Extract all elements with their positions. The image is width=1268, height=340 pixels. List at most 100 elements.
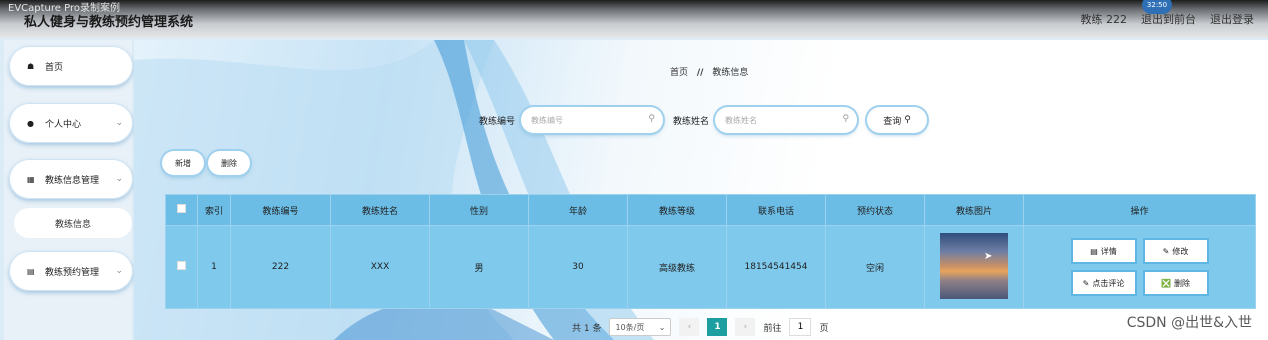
row-checkbox[interactable] <box>177 261 186 270</box>
query-button[interactable]: 查询 ⚲ <box>867 107 928 133</box>
chevron-down-icon: ⌄ <box>115 118 123 128</box>
column-header: 索引 <box>197 194 231 226</box>
column-header: 教练图片 <box>924 194 1024 226</box>
cell-index: 1 <box>197 225 231 309</box>
edit-button-label: 修改 <box>1172 246 1189 256</box>
coach-name-label: 教练姓名 <box>673 116 710 127</box>
coach-photo-thumbnail[interactable]: ➤ <box>940 232 1008 299</box>
search-icon: ⚲ <box>904 115 911 125</box>
cell-gender: 男 <box>429 225 529 309</box>
cell-age: 30 <box>528 225 628 309</box>
app-title: 私人健身与教练预约管理系统 <box>24 15 194 30</box>
row-delete-button-label: 删除 <box>1173 278 1190 288</box>
column-header: 教练编号 <box>230 194 331 226</box>
column-header: 操作 <box>1023 194 1256 226</box>
cell-photo: ➤ <box>924 225 1024 309</box>
sidebar-item-label: 首页 <box>45 62 64 73</box>
query-button-label: 查询 <box>883 116 902 127</box>
logout-link[interactable]: 退出登录 <box>1210 11 1254 27</box>
coach-no-label: 教练编号 <box>479 116 516 127</box>
coach-table: 索引 教练编号 教练姓名 性别 年龄 教练等级 联系电话 预约状态 教练图片 操… <box>165 194 1256 309</box>
edit-button[interactable]: ✎ 修改 <box>1144 240 1207 262</box>
row-delete-button[interactable]: ❎ 删除 <box>1144 272 1207 294</box>
sidebar-item-label: 教练信息 <box>54 219 91 230</box>
back-to-front-link[interactable]: 退出到前台 <box>1141 11 1196 27</box>
goto-label: 前往 <box>763 323 782 334</box>
column-header: 性别 <box>429 194 529 226</box>
total-count: 共 1 条 <box>572 323 602 334</box>
search-icon: ⚲ <box>648 114 656 124</box>
coach-no-input[interactable] <box>521 107 634 133</box>
sidebar-subitem-coach-info[interactable]: 教练信息 <box>14 208 132 238</box>
review-button-label: 点击评论 <box>1092 278 1125 288</box>
grid-icon: ▦ <box>27 174 35 184</box>
pencil-icon: ✎ <box>1082 278 1090 288</box>
chevron-left-icon: ‹ <box>687 322 692 332</box>
row-operations: ▤ 详情 ✎ 修改 ✎ 点击评论 ❎ 删除 <box>1024 240 1255 294</box>
cell-status: 空闲 <box>825 225 925 309</box>
row-select-cell <box>165 225 198 309</box>
cell-operations: ▤ 详情 ✎ 修改 ✎ 点击评论 ❎ 删除 <box>1023 225 1256 309</box>
page-suffix: 页 <box>819 323 829 334</box>
select-all-checkbox[interactable] <box>177 204 186 213</box>
add-button[interactable]: 新增 <box>162 151 204 175</box>
column-header: 年龄 <box>528 194 628 226</box>
cell-coach-name: XXX <box>330 225 430 309</box>
pencil-icon: ✎ <box>1162 246 1170 256</box>
detail-button-label: 详情 <box>1100 246 1117 256</box>
chevron-down-icon: ⌄ <box>115 174 123 184</box>
page-size-select[interactable]: 10条/页 ⌄ <box>609 318 672 336</box>
column-header: 教练姓名 <box>330 194 430 226</box>
cell-phone: 18154541454 <box>726 225 826 309</box>
review-button[interactable]: ✎ 点击评论 <box>1072 272 1135 294</box>
page-number-current[interactable]: 1 <box>707 318 728 336</box>
top-bar: EVCapture Pro录制案例 32:50 私人健身与教练预约管理系统 教练… <box>0 0 1268 38</box>
sidebar-item-booking-management[interactable]: ▤ 教练预约管理 ⌄ <box>9 251 133 291</box>
document-icon: ▤ <box>1090 246 1098 256</box>
prev-page-button[interactable]: ‹ <box>679 318 700 336</box>
goto-page-input[interactable] <box>789 318 812 336</box>
column-header: 联系电话 <box>726 194 826 226</box>
breadcrumb: 首页 // 教练信息 <box>670 65 748 78</box>
cell-coach-no: 222 <box>230 225 331 309</box>
search-icon: ⚲ <box>842 114 850 124</box>
detail-button[interactable]: ▤ 详情 <box>1072 240 1135 262</box>
page-size-value: 10条/页 <box>615 322 645 332</box>
trash-icon: ❎ <box>1161 278 1171 288</box>
sidebar-item-home[interactable]: ☗ 首页 <box>9 46 133 86</box>
coach-name-input[interactable] <box>715 107 828 133</box>
chevron-right-icon: › <box>743 322 748 332</box>
table-header-row: 索引 教练编号 教练姓名 性别 年龄 教练等级 联系电话 预约状态 教练图片 操… <box>165 194 1256 226</box>
csdn-watermark: CSDN @出世&入世 <box>1126 315 1252 331</box>
sidebar-item-coach-management[interactable]: ▦ 教练信息管理 ⌄ <box>9 159 133 199</box>
search-bar: 教练编号 ⚲ 教练姓名 ⚲ 查询 ⚲ <box>479 107 928 133</box>
cell-level: 高级教练 <box>627 225 727 309</box>
breadcrumb-home[interactable]: 首页 <box>670 68 688 78</box>
chevron-down-icon: ⌄ <box>115 266 123 276</box>
list-icon: ▤ <box>27 266 35 276</box>
user-label: 教练 222 <box>1080 13 1128 26</box>
sidebar-item-label: 教练信息管理 <box>45 175 100 186</box>
main-content: 首页 // 教练信息 教练编号 ⚲ 教练姓名 ⚲ 查询 ⚲ 新增 删除 <box>134 40 1268 340</box>
coach-name-field: ⚲ <box>715 107 858 133</box>
column-header: 教练等级 <box>627 194 727 226</box>
pagination: 共 1 条 10条/页 ⌄ ‹ 1 › 前往 页 <box>572 318 828 336</box>
mouse-cursor-icon: ➤ <box>984 250 993 262</box>
select-all-cell <box>165 194 198 226</box>
batch-delete-button[interactable]: 删除 <box>208 151 250 175</box>
header-actions: 教练 222 退出到前台 退出登录 <box>1081 11 1255 27</box>
table-row: 1 222 XXX 男 30 高级教练 18154541454 空闲 ➤ ▤ 详… <box>165 225 1256 309</box>
next-page-button[interactable]: › <box>735 318 756 336</box>
user-icon: ● <box>27 118 34 128</box>
home-icon: ☗ <box>27 61 35 71</box>
column-header: 预约状态 <box>825 194 925 226</box>
coach-no-field: ⚲ <box>521 107 664 133</box>
sidebar-item-label: 个人中心 <box>45 119 82 130</box>
sidebar-item-personal-center[interactable]: ● 个人中心 ⌄ <box>9 103 133 143</box>
action-bar: 新增 删除 <box>162 151 250 175</box>
sidebar: ☗ 首页 ● 个人中心 ⌄ ▦ 教练信息管理 ⌄ 教练信息 ▤ 教练预约管理 ⌄ <box>4 40 133 340</box>
sidebar-item-label: 教练预约管理 <box>45 267 100 278</box>
breadcrumb-current: 教练信息 <box>712 68 749 78</box>
breadcrumb-separator: // <box>696 68 704 78</box>
chevron-down-icon: ⌄ <box>658 322 666 332</box>
